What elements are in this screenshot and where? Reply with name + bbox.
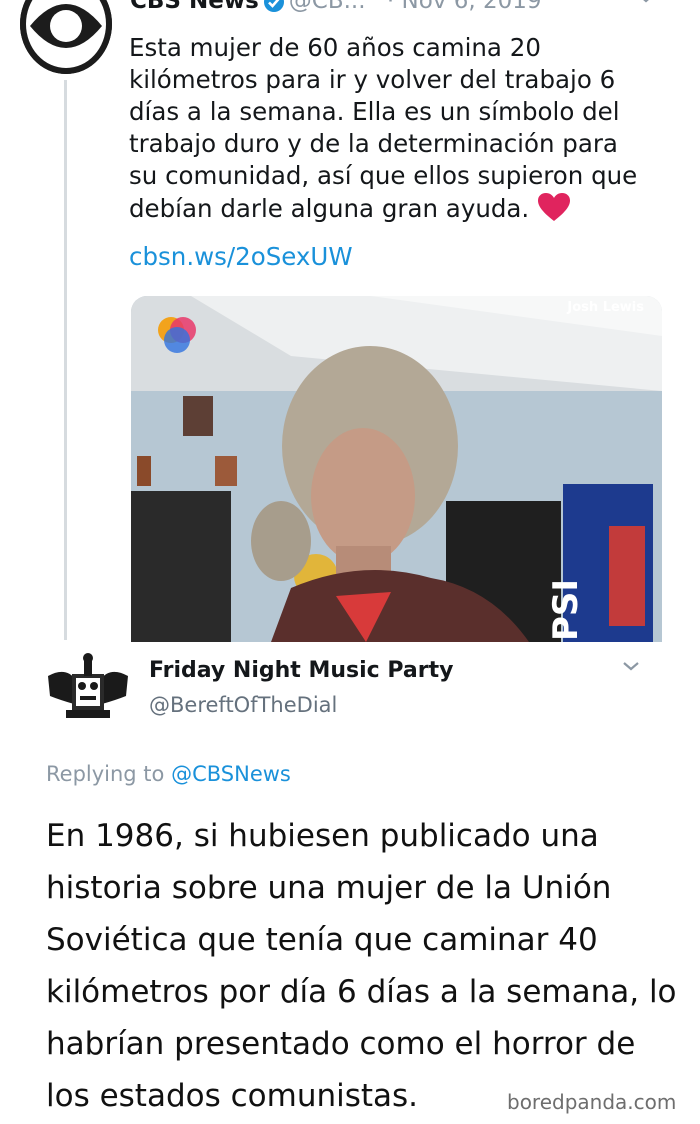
fnmp-avatar[interactable]: [46, 652, 130, 724]
tweet1-author-name[interactable]: CBS News: [130, 0, 259, 14]
tweet1-text-block: Esta mujer de 60 años camina 20 kilómetr…: [129, 32, 649, 225]
tweet1-handle[interactable]: @CB...: [289, 0, 366, 14]
tweet2-handle[interactable]: @BereftOfTheDial: [149, 691, 337, 719]
tweet1-date[interactable]: · Nov 6, 2019: [387, 0, 542, 14]
verified-badge-icon: [263, 0, 284, 12]
tweet2-menu-chevron[interactable]: [619, 654, 643, 678]
video-watermark: Josh Lewis: [567, 300, 644, 315]
tweet2-author-name[interactable]: Friday Night Music Party: [149, 657, 453, 685]
chevron-down-icon: [643, 0, 649, 3]
tweet1-link[interactable]: cbsn.ws/2oSexUW: [129, 241, 353, 273]
poster-text: PSI: [546, 579, 586, 641]
tweet1-header: CBS News @CB... · Nov 6, 2019: [130, 0, 542, 14]
replying-handle[interactable]: @CBSNews: [171, 762, 291, 786]
replying-prefix: Replying to: [46, 762, 165, 786]
thread-line: [64, 80, 67, 640]
heart-emoji-icon: [538, 193, 570, 221]
replying-to-line: Replying to @CBSNews: [46, 760, 291, 788]
cbs-eye-logo-icon: [20, 0, 112, 74]
tweet2-text: En 1986, si hubiesen publicado una histo…: [46, 818, 677, 1114]
video-frame: PSI: [131, 296, 662, 642]
tweet1-menu-chevron[interactable]: [634, 0, 658, 10]
fnmp-logo-icon: [48, 653, 128, 718]
source-credit: boredpanda.com: [507, 1090, 677, 1114]
chevron-down-icon: [623, 662, 639, 671]
tweet1-video-thumbnail[interactable]: PSI Josh Lewis: [131, 296, 662, 642]
cbs-avatar[interactable]: [20, 0, 112, 74]
